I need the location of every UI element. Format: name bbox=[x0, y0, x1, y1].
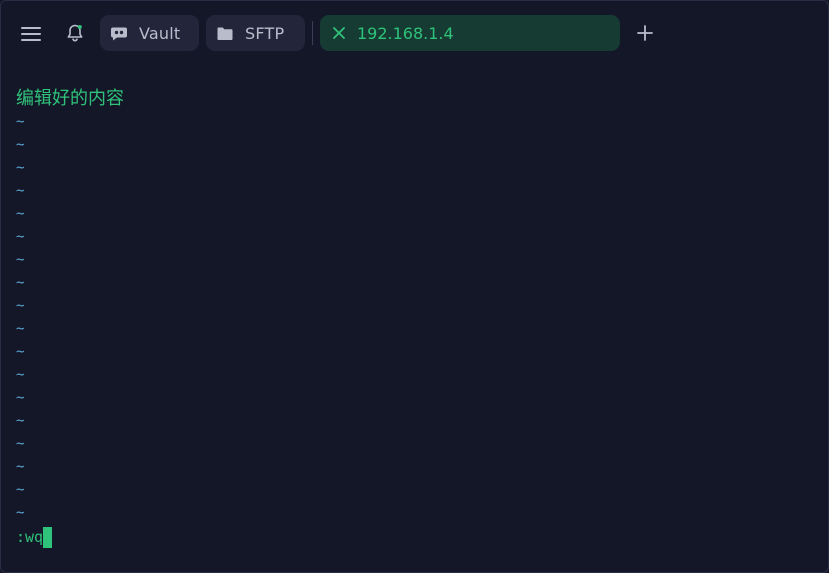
empty-line-marker: ~ bbox=[16, 390, 25, 406]
terminal-screen[interactable]: 编辑好的内容 ~ ~ ~ ~ ~ ~ ~ ~ ~ ~ ~ ~ ~ ~ ~ ~ ~ ~ :wq bbox=[1, 85, 828, 555]
empty-line-marker: ~ bbox=[16, 160, 25, 176]
empty-line-marker: ~ bbox=[16, 367, 25, 383]
tab-divider bbox=[312, 21, 313, 45]
vault-tab[interactable]: Vault bbox=[100, 15, 199, 51]
sftp-tab-label: SFTP bbox=[245, 23, 285, 43]
close-tab-button[interactable] bbox=[330, 24, 348, 42]
close-icon bbox=[333, 27, 345, 39]
empty-line-marker: ~ bbox=[16, 183, 25, 199]
menu-button[interactable] bbox=[18, 22, 44, 46]
tab-session-active[interactable]: 192.168.1.4 bbox=[320, 15, 620, 51]
command-text: :wq bbox=[16, 528, 44, 546]
empty-line-marker: ~ bbox=[16, 298, 25, 314]
empty-line-marker: ~ bbox=[16, 321, 25, 337]
empty-line-markers: ~ ~ ~ ~ ~ ~ ~ ~ ~ ~ ~ ~ ~ ~ ~ ~ ~ ~ bbox=[16, 111, 24, 525]
command-line[interactable]: :wq bbox=[16, 526, 53, 548]
empty-line-marker: ~ bbox=[16, 206, 25, 222]
editor-content-line: 编辑好的内容 bbox=[16, 88, 124, 109]
text-cursor bbox=[43, 526, 53, 548]
empty-line-marker: ~ bbox=[16, 114, 25, 130]
empty-line-marker: ~ bbox=[16, 413, 25, 429]
empty-line-marker: ~ bbox=[16, 275, 25, 291]
empty-line-marker: ~ bbox=[16, 229, 25, 245]
tab-session-label: 192.168.1.4 bbox=[357, 23, 454, 43]
plus-icon bbox=[637, 25, 653, 41]
empty-line-marker: ~ bbox=[16, 505, 25, 521]
empty-line-marker: ~ bbox=[16, 459, 25, 475]
sftp-tab[interactable]: SFTP bbox=[206, 15, 305, 51]
empty-line-marker: ~ bbox=[16, 137, 25, 153]
empty-line-marker: ~ bbox=[16, 482, 25, 498]
vault-icon bbox=[109, 23, 129, 43]
top-bar: Vault SFTP 192.168.1.4 bbox=[1, 1, 828, 65]
notifications-button[interactable] bbox=[63, 21, 87, 45]
hamburger-menu-icon bbox=[21, 27, 41, 41]
bell-icon bbox=[67, 24, 83, 42]
empty-line-marker: ~ bbox=[16, 436, 25, 452]
empty-line-marker: ~ bbox=[16, 252, 25, 268]
empty-line-marker: ~ bbox=[16, 344, 25, 360]
terminal-window: Vault SFTP 192.168.1.4 编辑好的内容 ~ ~ ~ ~ ~ … bbox=[0, 0, 829, 573]
folder-icon bbox=[215, 23, 235, 43]
new-tab-button[interactable] bbox=[634, 22, 656, 44]
vault-tab-label: Vault bbox=[139, 23, 181, 43]
